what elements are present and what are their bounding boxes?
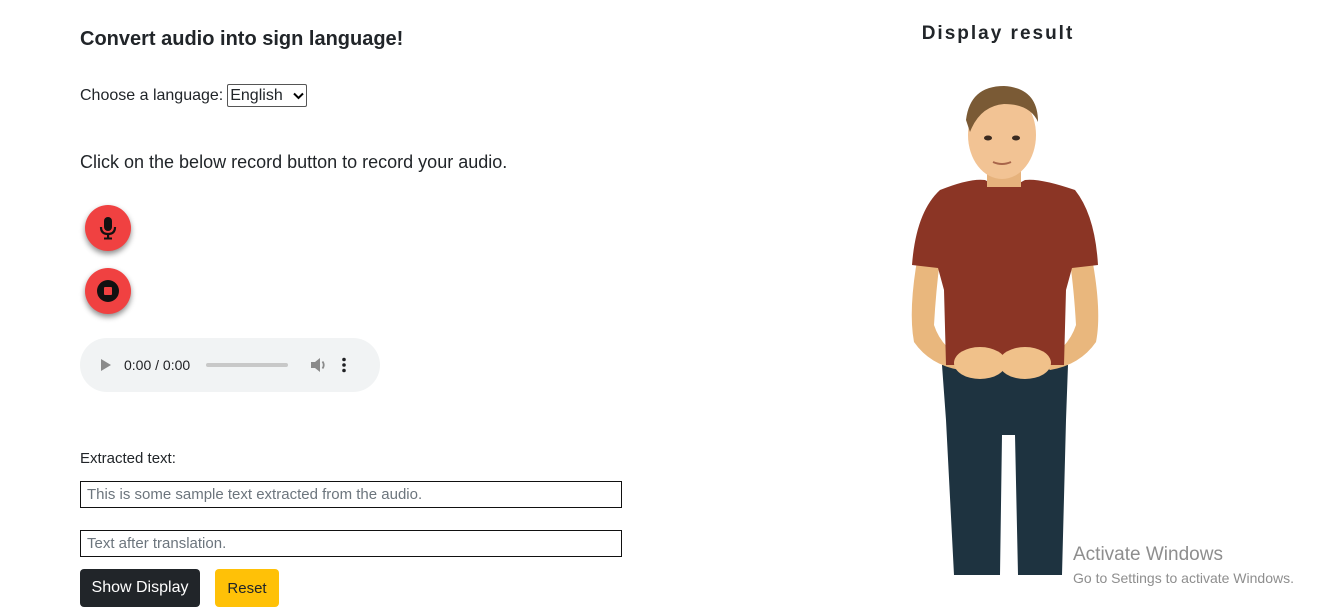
reset-button[interactable]: Reset	[215, 569, 279, 607]
watermark-subtitle: Go to Settings to activate Windows.	[1073, 570, 1294, 586]
play-icon[interactable]	[100, 358, 112, 372]
language-selected-value: English	[230, 86, 283, 104]
language-label: Choose a language:	[80, 86, 224, 104]
audio-time: 0:00 / 0:00	[124, 357, 191, 373]
extracted-text-label: Extracted text:	[80, 450, 176, 467]
language-select[interactable]: English	[227, 84, 308, 107]
sign-language-avatar	[911, 86, 1099, 575]
audio-player[interactable]: 0:00 / 0:00	[80, 338, 380, 392]
language-row: Choose a language: English	[80, 84, 308, 107]
chevron-down-icon	[293, 92, 304, 99]
page-heading: Convert audio into sign language!	[80, 28, 404, 50]
watermark-title: Activate Windows	[1073, 544, 1223, 565]
extracted-text-field[interactable]: This is some sample text extracted from …	[80, 481, 622, 508]
volume-icon[interactable]	[310, 357, 328, 373]
microphone-icon	[99, 217, 117, 240]
record-instructions: Click on the below record button to reco…	[80, 152, 508, 172]
record-button[interactable]	[85, 205, 131, 251]
show-display-button[interactable]: Show Display	[80, 569, 200, 607]
windows-activation-watermark: Activate Windows Go to Settings to activ…	[1073, 544, 1294, 586]
more-options-icon[interactable]	[342, 357, 346, 373]
translation-text-field[interactable]: Text after translation.	[80, 530, 622, 557]
stop-button[interactable]	[85, 268, 131, 314]
audio-progress-track[interactable]	[206, 363, 289, 367]
stop-icon	[97, 280, 119, 302]
display-result-title: Display result	[921, 23, 1075, 44]
